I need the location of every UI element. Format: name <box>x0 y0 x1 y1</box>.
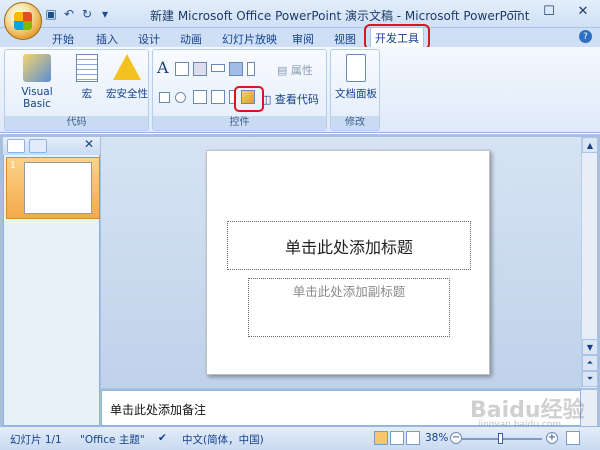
zoom-in-icon[interactable]: + <box>546 432 558 444</box>
subtitle-placeholder[interactable]: 单击此处添加副标题 <box>248 278 450 337</box>
slideshow-icon[interactable] <box>406 431 420 445</box>
warning-icon <box>113 54 141 80</box>
document-panel-icon <box>346 54 366 82</box>
customize-qat-icon[interactable]: ▾ <box>98 7 112 21</box>
window-controls: — ☐ ✕ <box>498 0 600 22</box>
close-icon[interactable]: ✕ <box>566 0 600 22</box>
minimize-icon[interactable]: — <box>498 0 532 22</box>
save-icon[interactable]: ▣ <box>44 7 58 21</box>
view-code-button[interactable]: ◫ 查看代码 <box>261 91 319 107</box>
theme-name: "Office 主题" <box>80 434 145 446</box>
document-panel-label: 文档面板 <box>335 88 377 100</box>
maximize-icon[interactable]: ☐ <box>532 0 566 22</box>
controls-group-label: 控件 <box>153 116 326 130</box>
next-slide-icon[interactable]: ⏷ <box>582 371 598 387</box>
vertical-scrollbar[interactable]: ▲ ▼ ⏶ ⏷ <box>581 137 598 388</box>
tab-view[interactable]: 视图 <box>334 31 356 47</box>
visual-basic-button[interactable]: Visual Basic <box>9 54 65 110</box>
tab-design[interactable]: 设计 <box>138 31 160 47</box>
close-icon[interactable]: ✕ <box>84 137 94 151</box>
modify-group-label: 修改 <box>331 116 379 130</box>
normal-view-icon[interactable] <box>374 431 388 445</box>
fit-to-window-icon[interactable] <box>566 431 580 445</box>
tab-animations[interactable]: 动画 <box>180 31 202 47</box>
macros-label: 宏 <box>81 88 93 100</box>
redo-icon[interactable]: ↻ <box>80 7 94 21</box>
zoom-level[interactable]: 38% <box>425 432 448 444</box>
visual-basic-icon <box>23 54 51 82</box>
slide-count: 幻灯片 1/1 <box>10 434 62 446</box>
macro-security-label: 宏安全性 <box>106 88 148 100</box>
code-group-label: 代码 <box>5 116 148 130</box>
slide-sorter-icon[interactable] <box>390 431 404 445</box>
combobox-control-icon[interactable] <box>193 90 207 104</box>
zoom-slider-thumb[interactable] <box>498 433 503 444</box>
radio-control-icon[interactable] <box>175 92 186 103</box>
spell-check-icon[interactable]: ✔ <box>158 432 167 444</box>
window-title: 新建 Microsoft Office PowerPoint 演示文稿 - Mi… <box>150 9 530 23</box>
tab-review[interactable]: 审阅 <box>292 31 314 47</box>
properties-label: 属性 <box>290 64 313 77</box>
tab-slides[interactable] <box>7 139 25 153</box>
view-code-label: 查看代码 <box>274 93 319 106</box>
listbox-control-icon[interactable] <box>211 90 225 104</box>
ribbon-tabs: 开始 插入 设计 动画 幻灯片放映 审阅 视图 开发工具 <box>0 27 600 47</box>
tab-slideshow[interactable]: 幻灯片放映 <box>222 31 277 47</box>
button-control-icon[interactable] <box>211 64 225 72</box>
office-button[interactable] <box>4 2 42 40</box>
code-group: Visual Basic 宏 宏安全性 代码 <box>4 49 149 131</box>
more-controls-highlight <box>234 86 264 112</box>
scroll-down-icon[interactable]: ▼ <box>582 339 598 355</box>
macro-security-button[interactable]: 宏安全性 <box>105 54 149 101</box>
scrollbar-control-icon[interactable] <box>247 62 255 76</box>
quick-access-toolbar: ▣ ↶ ↻ ▾ <box>44 6 112 22</box>
language[interactable]: 中文(简体，中国) <box>182 432 264 447</box>
textbox-control-icon[interactable] <box>175 62 189 76</box>
tab-home[interactable]: 开始 <box>52 31 74 47</box>
title-placeholder[interactable]: 单击此处添加标题 <box>227 221 471 270</box>
panel-tabs: ✕ <box>3 137 100 155</box>
visual-basic-label: Visual Basic <box>21 86 53 110</box>
slide-thumbnail[interactable] <box>24 162 92 214</box>
macros-icon <box>76 54 98 82</box>
undo-icon[interactable]: ↶ <box>62 7 76 21</box>
properties-button[interactable]: ▤ 属性 <box>277 62 313 78</box>
checkbox-control-icon[interactable] <box>159 92 170 103</box>
document-panel-button[interactable]: 文档面板 <box>333 54 379 101</box>
modify-group: 文档面板 修改 <box>330 49 380 131</box>
macros-button[interactable]: 宏 <box>73 54 101 101</box>
zoom-out-icon[interactable]: − <box>450 432 462 444</box>
scroll-up-icon[interactable]: ▲ <box>582 137 598 153</box>
label-control-icon[interactable]: A <box>157 58 169 77</box>
tab-outline[interactable] <box>29 139 47 153</box>
tab-insert[interactable]: 插入 <box>96 31 118 47</box>
help-icon[interactable]: ? <box>579 30 592 43</box>
ribbon: Visual Basic 宏 宏安全性 代码 A ▤ 属性 ◫ 查看代码 控件 … <box>0 47 600 133</box>
image-control-icon[interactable] <box>229 62 243 76</box>
office-logo-icon <box>14 12 32 30</box>
spin-control-icon[interactable] <box>193 62 207 76</box>
previous-slide-icon[interactable]: ⏶ <box>582 355 598 371</box>
status-bar: 幻灯片 1/1 "Office 主题" ✔ 中文(简体，中国) 38% − + <box>0 426 600 450</box>
slide-number: 1 <box>10 161 16 171</box>
